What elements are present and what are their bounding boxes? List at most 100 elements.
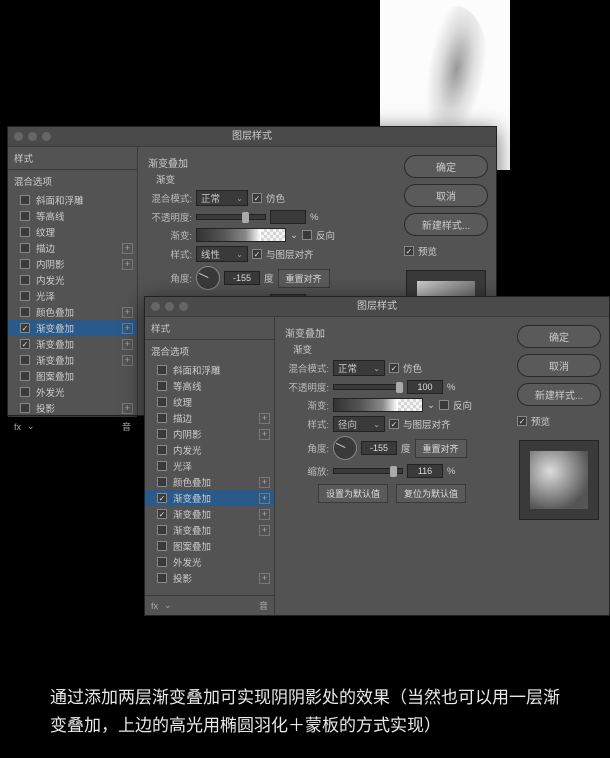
- add-effect-icon[interactable]: +: [122, 323, 133, 334]
- style-select[interactable]: 线性⌄: [196, 246, 248, 262]
- chevron-down-icon[interactable]: ⌄: [290, 230, 298, 241]
- align-checkbox[interactable]: [252, 249, 262, 259]
- add-effect-icon[interactable]: +: [122, 259, 133, 270]
- new-style-button[interactable]: 新建样式...: [517, 383, 601, 406]
- dither-checkbox[interactable]: [389, 363, 399, 373]
- style-checkbox[interactable]: [157, 397, 167, 407]
- style-checkbox[interactable]: [157, 429, 167, 439]
- preview-checkbox[interactable]: [517, 416, 527, 426]
- add-effect-icon[interactable]: +: [259, 477, 270, 488]
- add-effect-icon[interactable]: +: [122, 243, 133, 254]
- style-row[interactable]: 内发光: [145, 442, 274, 458]
- add-effect-icon[interactable]: +: [259, 509, 270, 520]
- style-row[interactable]: 渐变叠加+: [145, 490, 274, 506]
- style-row[interactable]: 图案叠加: [8, 368, 137, 384]
- sidebar-blend-options[interactable]: 混合选项: [8, 170, 137, 192]
- style-checkbox[interactable]: [157, 541, 167, 551]
- fx-label[interactable]: fx: [14, 422, 21, 432]
- angle-dial[interactable]: [333, 436, 357, 460]
- preview-checkbox[interactable]: [404, 246, 414, 256]
- style-checkbox[interactable]: [157, 525, 167, 535]
- style-row[interactable]: 渐变叠加+: [8, 336, 137, 352]
- style-row[interactable]: 纹理: [145, 394, 274, 410]
- style-row[interactable]: 内阴影+: [145, 426, 274, 442]
- style-checkbox[interactable]: [157, 557, 167, 567]
- style-row[interactable]: 渐变叠加+: [8, 352, 137, 368]
- style-row[interactable]: 颜色叠加+: [145, 474, 274, 490]
- window-controls[interactable]: [14, 132, 51, 141]
- set-default-button[interactable]: 设置为默认值: [318, 484, 388, 503]
- sidebar-blend-options[interactable]: 混合选项: [145, 340, 274, 362]
- style-row[interactable]: 外发光: [8, 384, 137, 400]
- scale-slider[interactable]: [333, 468, 403, 474]
- add-effect-icon[interactable]: +: [259, 413, 270, 424]
- fx-chevron-icon[interactable]: ⌄: [164, 600, 172, 611]
- style-checkbox[interactable]: [20, 403, 30, 413]
- fx-label[interactable]: fx: [151, 601, 158, 611]
- style-checkbox[interactable]: [157, 413, 167, 423]
- dither-checkbox[interactable]: [252, 193, 262, 203]
- angle-field[interactable]: -155: [224, 271, 260, 285]
- style-checkbox[interactable]: [20, 307, 30, 317]
- style-row[interactable]: 颜色叠加+: [8, 304, 137, 320]
- chevron-down-icon[interactable]: ⌄: [427, 400, 435, 411]
- style-checkbox[interactable]: [157, 365, 167, 375]
- angle-dial[interactable]: [196, 266, 220, 290]
- style-row[interactable]: 光泽: [145, 458, 274, 474]
- style-row[interactable]: 等高线: [8, 208, 137, 224]
- style-row[interactable]: 描边+: [145, 410, 274, 426]
- style-row[interactable]: 斜面和浮雕: [8, 192, 137, 208]
- gradient-picker[interactable]: [333, 398, 423, 412]
- gradient-picker[interactable]: [196, 228, 286, 242]
- align-checkbox[interactable]: [389, 419, 399, 429]
- style-row[interactable]: 内阴影+: [8, 256, 137, 272]
- blend-mode-select[interactable]: 正常⌄: [196, 190, 248, 206]
- style-checkbox[interactable]: [20, 243, 30, 253]
- add-effect-icon[interactable]: +: [122, 339, 133, 350]
- style-checkbox[interactable]: [20, 227, 30, 237]
- style-checkbox[interactable]: [157, 381, 167, 391]
- reverse-checkbox[interactable]: [302, 230, 312, 240]
- style-row[interactable]: 图案叠加: [145, 538, 274, 554]
- style-row[interactable]: 渐变叠加+: [8, 320, 137, 336]
- style-checkbox[interactable]: [20, 195, 30, 205]
- new-style-button[interactable]: 新建样式...: [404, 213, 488, 236]
- style-row[interactable]: 投影+: [145, 570, 274, 586]
- style-checkbox[interactable]: [20, 323, 30, 333]
- blend-mode-select[interactable]: 正常⌄: [333, 360, 385, 376]
- ok-button[interactable]: 确定: [404, 155, 488, 178]
- style-row[interactable]: 光泽: [8, 288, 137, 304]
- style-row[interactable]: 渐变叠加+: [145, 506, 274, 522]
- style-checkbox[interactable]: [157, 477, 167, 487]
- angle-field[interactable]: -155: [361, 441, 397, 455]
- reset-default-button[interactable]: 复位为默认值: [396, 484, 466, 503]
- add-effect-icon[interactable]: +: [259, 573, 270, 584]
- opacity-field[interactable]: 100: [407, 380, 443, 394]
- style-row[interactable]: 内发光: [8, 272, 137, 288]
- opacity-field[interactable]: [270, 210, 306, 224]
- style-row[interactable]: 描边+: [8, 240, 137, 256]
- cancel-button[interactable]: 取消: [517, 354, 601, 377]
- style-checkbox[interactable]: [20, 275, 30, 285]
- trash-icon[interactable]: 音: [122, 420, 131, 433]
- reset-align-button[interactable]: 重置对齐: [278, 269, 330, 288]
- reverse-checkbox[interactable]: [439, 400, 449, 410]
- style-checkbox[interactable]: [20, 371, 30, 381]
- titlebar[interactable]: 图层样式: [145, 297, 609, 317]
- style-checkbox[interactable]: [157, 461, 167, 471]
- reset-align-button[interactable]: 重置对齐: [415, 439, 467, 458]
- titlebar[interactable]: 图层样式: [8, 127, 496, 147]
- style-row[interactable]: 斜面和浮雕: [145, 362, 274, 378]
- style-checkbox[interactable]: [20, 291, 30, 301]
- cancel-button[interactable]: 取消: [404, 184, 488, 207]
- style-checkbox[interactable]: [20, 355, 30, 365]
- style-row[interactable]: 渐变叠加+: [145, 522, 274, 538]
- style-checkbox[interactable]: [20, 387, 30, 397]
- add-effect-icon[interactable]: +: [259, 525, 270, 536]
- opacity-slider[interactable]: [333, 384, 403, 390]
- style-row[interactable]: 等高线: [145, 378, 274, 394]
- window-controls[interactable]: [151, 302, 188, 311]
- fx-chevron-icon[interactable]: ⌄: [27, 421, 35, 432]
- style-checkbox[interactable]: [20, 211, 30, 221]
- style-checkbox[interactable]: [157, 573, 167, 583]
